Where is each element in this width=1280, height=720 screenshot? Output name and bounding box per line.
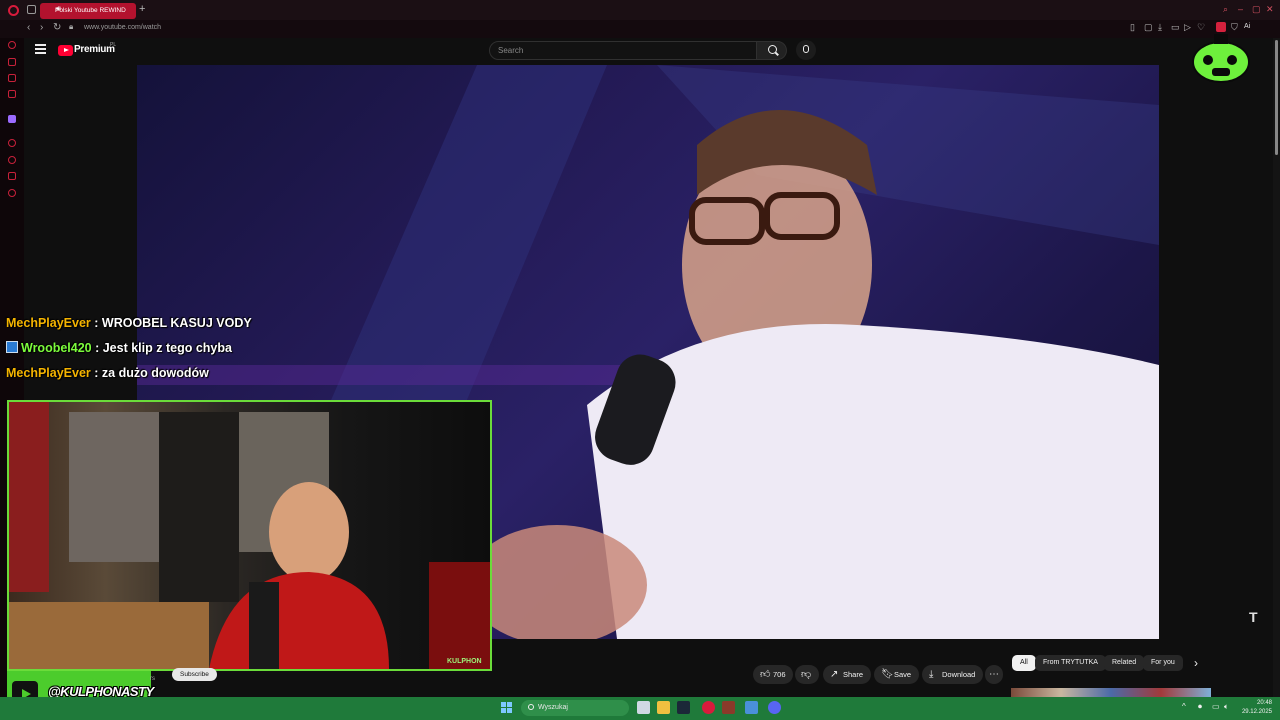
address-bar [0,20,1280,38]
clock-time: 20:48 [1256,700,1272,706]
youtube-premium-label[interactable]: Premium [74,44,115,55]
taskbar-search-input[interactable]: Wyszukaj [521,700,629,716]
webcam-name-tag: KULPHON [447,658,482,665]
share-button[interactable]: ↗ Share [823,665,872,684]
save-label: Save [894,670,912,679]
webcam-overlay [7,400,492,671]
download-icon: ⤓ [929,669,934,680]
opera-logo-icon[interactable] [8,5,19,16]
like-button[interactable]: 👍︎ 706 [753,665,793,684]
chat-message: MechPlayEver : za dużo dowodów [6,366,209,380]
reload-button[interactable]: ↻ [53,22,61,33]
sidebar-history-icon[interactable] [8,139,16,147]
taskbar-search-icon [528,704,534,710]
taskbar-clock[interactable]: 20:48 29.12.2025 [1240,699,1272,717]
browser-tab-bar [0,0,1280,20]
extension-icon[interactable] [1216,22,1226,32]
like-count: 706 [773,670,786,679]
discord-taskbar-icon[interactable] [768,701,781,714]
chip-from-channel[interactable]: From TRYTUTKA [1035,655,1106,671]
save-icon: 🔖︎ [881,669,894,680]
wallet-icon[interactable]: ▭ [1171,22,1180,33]
back-button[interactable]: ‹ [27,22,30,33]
chat-username: MechPlayEver [6,316,91,330]
channel-watermark-icon[interactable]: T [1249,609,1263,625]
country-code: PL [110,42,117,48]
clock-date: 29.12.2025 [1241,709,1272,715]
streamer-mascot-logo [1192,34,1250,83]
app-taskbar-icon[interactable] [722,701,735,714]
notepad-taskbar-icon[interactable] [745,701,758,714]
scrollbar-thumb[interactable] [1275,40,1278,155]
download-icon[interactable]: ⤓ [1158,22,1162,33]
speaker-icon[interactable]: 🔊︎ [56,4,61,14]
close-window-button[interactable]: ✕ [1266,4,1274,15]
microphone-icon[interactable] [803,45,809,53]
search-tabs-icon[interactable]: ⌕ [1223,4,1228,15]
sidebar-shopping-icon[interactable] [8,58,16,66]
file-explorer-icon[interactable] [657,701,670,714]
search-icon[interactable] [768,45,777,54]
chat-username: Wroobel420 [21,341,92,355]
sidebar-clock-icon[interactable] [8,156,16,164]
search-input[interactable]: Search [489,41,757,60]
chat-message: Wroobel420 : Jest klip z tego chyba [6,341,232,355]
steam-icon[interactable] [677,701,690,714]
dislike-button[interactable]: 👎︎ [795,665,819,684]
new-tab-button[interactable]: + [139,3,145,15]
more-icon: ⋯ [989,669,999,680]
youtube-logo-icon[interactable] [58,45,73,56]
sidebar-settings-icon[interactable] [8,189,16,197]
share-label: Share [843,670,864,679]
windows-start-icon[interactable] [501,702,513,714]
subscribe-button[interactable]: Subscribe [172,668,217,681]
chat-badge-icon [6,341,18,353]
chip-all[interactable]: All [1012,655,1036,671]
chat-text: WROOBEL KASUJ VODY [101,316,252,330]
recommended-thumbnail-strip[interactable] [1011,688,1211,697]
tray-chevron-icon[interactable]: ^ [1182,702,1186,711]
chat-message: MechPlayEver : WROOBEL KASUJ VODY [6,316,252,330]
chip-for-you[interactable]: For you [1143,655,1183,671]
sidebar-workspace-icon[interactable] [8,90,16,98]
subscriber-count: rs [150,676,155,682]
tab-overview-icon[interactable] [27,5,36,14]
thumbs-down-icon: 👎︎ [801,669,812,680]
sidebar-twitch-icon[interactable] [8,115,16,123]
thumbs-up-icon: 👍︎ [760,669,771,680]
tray-display-icon[interactable]: ▭ [1212,702,1220,711]
chip-related[interactable]: Related [1104,655,1145,671]
opera-taskbar-icon[interactable] [702,701,715,714]
tray-speaker-icon[interactable]: 🔈︎ [1224,702,1229,712]
sidebar-messenger-icon[interactable] [8,74,16,82]
sidebar-whatsapp-icon[interactable] [8,172,16,180]
share-icon: ↗ [830,669,839,680]
download-button[interactable]: ⤓ Download [922,665,984,684]
hamburger-menu-icon[interactable] [35,44,46,56]
save-button[interactable]: 🔖︎ Save [874,665,920,684]
minimize-button[interactable]: – [1238,4,1243,14]
maximize-button[interactable]: ▢ [1252,4,1261,15]
webcam-scene [9,402,490,669]
tray-mic-icon[interactable]: ⏺︎ [1198,702,1202,712]
sidebar-home-icon[interactable] [8,41,16,49]
browser-tab[interactable]: Polski Youtube REWIND [40,3,136,19]
chevron-right-icon[interactable]: › [1194,656,1198,670]
lock-icon[interactable]: 🔒︎ [69,22,73,32]
more-actions-button[interactable]: ⋯ [985,665,1003,684]
chat-username: MechPlayEver [6,366,91,380]
snapshot-icon[interactable]: ▢ [1144,22,1153,33]
chat-text: Jest klip z tego chyba [102,341,232,355]
url-field[interactable]: www.youtube.com/watch [84,22,161,34]
ai-button[interactable]: Ai [1244,23,1250,30]
bookmark-icon[interactable]: ▯ [1130,22,1135,33]
forward-button[interactable]: › [40,22,43,33]
task-view-icon[interactable] [637,701,650,714]
chat-text: za dużo dowodów [101,366,209,380]
download-label: Download [942,670,976,679]
